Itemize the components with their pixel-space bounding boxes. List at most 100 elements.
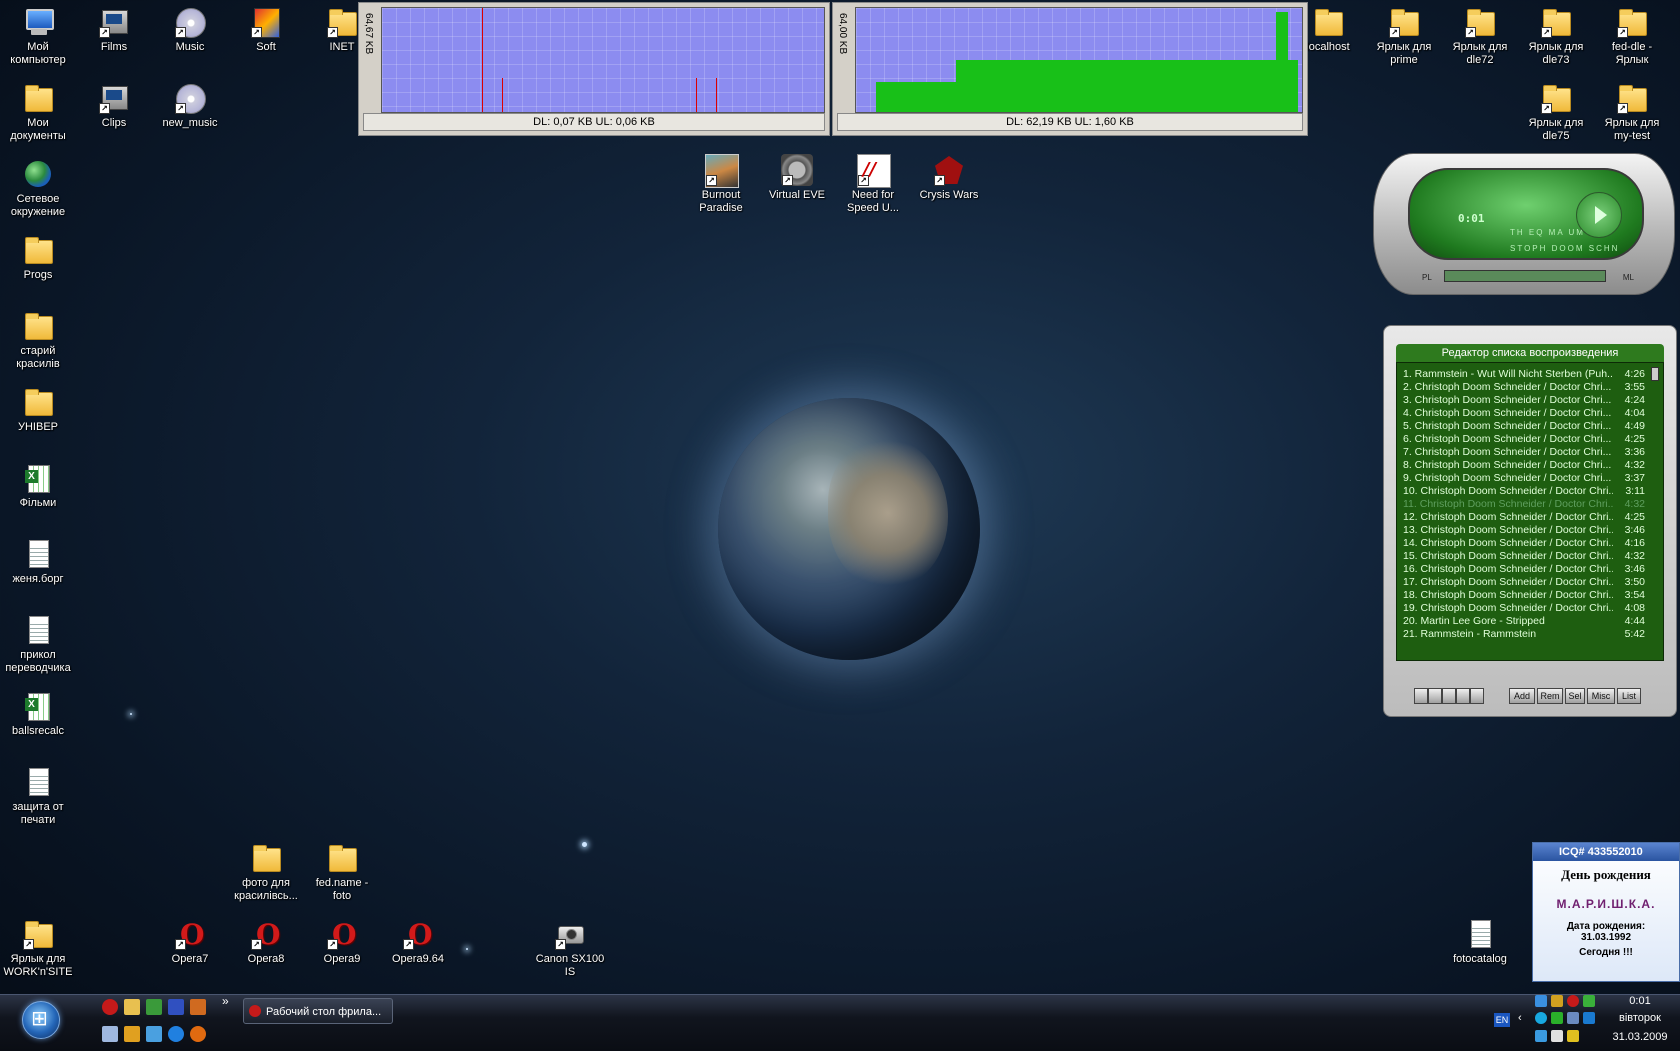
opera964-desktop-item[interactable]: ↗ Opera9.64 (380, 918, 456, 966)
save-quicklaunch-icon[interactable] (168, 999, 184, 1015)
ballsrecalc-desktop-item[interactable]: ballsrecalc (0, 690, 76, 738)
films-excel-desktop-item[interactable]: Фільми (0, 462, 76, 510)
playlist-track[interactable]: 14. Christoph Doom Schneider / Doctor Ch… (1403, 536, 1645, 550)
taskbar-button-opera[interactable]: Рабочий стол фрила... (243, 998, 393, 1024)
canon-camera-desktop-item[interactable]: ↗ Canon SX100 IS (532, 918, 608, 979)
seek-bar[interactable] (1444, 270, 1606, 282)
playlist-track[interactable]: 11. Christoph Doom Schneider / Doctor Ch… (1403, 497, 1645, 511)
tray-user-icon[interactable] (1567, 1030, 1579, 1042)
playlist-track[interactable]: 13. Christoph Doom Schneider / Doctor Ch… (1403, 523, 1645, 537)
opera-quicklaunch-icon[interactable] (102, 999, 118, 1015)
tray-winamp-icon[interactable] (1551, 995, 1563, 1007)
notepad-quicklaunch-icon[interactable] (102, 1026, 118, 1042)
prime-shortcut-desktop-item[interactable]: ↗ Ярлык для prime (1366, 6, 1442, 67)
playlist-track[interactable]: 7. Christoph Doom Schneider / Doctor Chr… (1403, 445, 1645, 459)
playlist-track[interactable]: 5. Christoph Doom Schneider / Doctor Chr… (1403, 419, 1645, 433)
playlist-scrollbar[interactable] (1651, 367, 1659, 381)
pl-button[interactable]: PL (1422, 273, 1432, 282)
tray-opera-icon[interactable] (1567, 995, 1579, 1007)
playlist-track[interactable]: 4. Christoph Doom Schneider / Doctor Chr… (1403, 406, 1645, 420)
work-n-site-desktop-item[interactable]: ↗ Ярлык для WORK'n'SITE (0, 918, 76, 979)
dle75-shortcut-desktop-item[interactable]: ↗ Ярлык для dle75 (1518, 82, 1594, 143)
tray-icq-icon[interactable] (1583, 995, 1595, 1007)
play-button[interactable] (1442, 688, 1456, 704)
tray-shield-icon[interactable] (1535, 1030, 1547, 1042)
track-list[interactable]: 1. Rammstein - Wut Will Nicht Sterben (P… (1396, 362, 1664, 661)
next-button[interactable] (1470, 688, 1484, 704)
add-button[interactable]: Add (1509, 688, 1535, 704)
soft-desktop-item[interactable]: ↗ Soft (228, 6, 304, 54)
progs-folder-desktop-item[interactable]: Progs (0, 234, 76, 282)
app-quicklaunch-icon[interactable] (190, 999, 206, 1015)
tray-skype-icon[interactable] (1535, 1012, 1547, 1024)
start-button[interactable] (22, 1001, 60, 1039)
quicklaunch-chevron[interactable]: » (222, 994, 229, 1008)
dle73-shortcut-desktop-item[interactable]: ↗ Ярлык для dle73 (1518, 6, 1594, 67)
need-for-speed-desktop-item[interactable]: ↗ Need for Speed U... (835, 154, 911, 215)
tray-antivirus-icon[interactable] (1551, 1030, 1563, 1042)
zhenya-doc-desktop-item[interactable]: женя.борг (0, 538, 76, 586)
playlist-track[interactable]: 16. Christoph Doom Schneider / Doctor Ch… (1403, 562, 1645, 576)
ie-quicklaunch-icon[interactable] (168, 1026, 184, 1042)
playlist-track[interactable]: 10. Christoph Doom Schneider / Doctor Ch… (1403, 484, 1645, 498)
opera9-desktop-item[interactable]: ↗ Opera9 (304, 918, 380, 966)
bandwidth-monitor-right[interactable]: 64,00 KB DL: 62,19 KB UL: 1,60 KB (832, 2, 1308, 136)
sel-button[interactable]: Sel (1565, 688, 1585, 704)
rem-button[interactable]: Rem (1537, 688, 1563, 704)
fed-dle-shortcut-desktop-item[interactable]: ↗ fed-dle - Ярлык (1594, 6, 1670, 67)
my-computer-desktop-item[interactable]: Мой компьютер (0, 6, 76, 67)
eject-button[interactable] (1428, 688, 1442, 704)
icq-birthday-popup[interactable]: ICQ# 433552010 День рождения М.А.Р.И.Ш.К… (1532, 842, 1680, 982)
my-documents-desktop-item[interactable]: Мои документы (0, 82, 76, 143)
fotocatalog-desktop-item[interactable]: fotocatalog (1442, 918, 1518, 966)
tray-monitor-icon[interactable] (1583, 1012, 1595, 1024)
winamp-player[interactable]: 0:01 TH EQ MA UM CT STOPH DOOM SCHN PL M… (1373, 153, 1675, 295)
misc-button[interactable]: Misc (1587, 688, 1615, 704)
tray-expand-chevron[interactable]: ‹ (1518, 1012, 1522, 1024)
univer-folder-desktop-item[interactable]: УНІВЕР (0, 386, 76, 434)
list-button[interactable]: List (1617, 688, 1641, 704)
prev-button[interactable] (1414, 688, 1428, 704)
bandwidth-monitor-left[interactable]: 64,67 KB DL: 0,07 KB UL: 0,06 KB (358, 2, 830, 136)
language-indicator[interactable]: EN (1494, 1013, 1510, 1027)
downloader-quicklaunch-icon[interactable] (146, 999, 162, 1015)
playlist-track[interactable]: 6. Christoph Doom Schneider / Doctor Chr… (1403, 432, 1645, 446)
opera8-desktop-item[interactable]: ↗ Opera8 (228, 918, 304, 966)
playlist-track[interactable]: 9. Christoph Doom Schneider / Doctor Chr… (1403, 471, 1645, 485)
playlist-track[interactable]: 8. Christoph Doom Schneider / Doctor Chr… (1403, 458, 1645, 472)
print-protect-doc-desktop-item[interactable]: защита от печати (0, 766, 76, 827)
clips-shortcut-desktop-item[interactable]: ↗ Clips (76, 82, 152, 130)
tray-network-icon[interactable] (1551, 1012, 1563, 1024)
playlist-track[interactable]: 17. Christoph Doom Schneider / Doctor Ch… (1403, 575, 1645, 589)
winamp-playlist[interactable]: Редактор списка воспроизведения 1. Ramms… (1383, 325, 1677, 717)
clock-date[interactable]: 31.03.2009 (1600, 1031, 1680, 1043)
clock-day[interactable]: вівторок (1600, 1012, 1680, 1024)
prikol-doc-desktop-item[interactable]: прикол переводчика (0, 614, 76, 675)
playlist-track[interactable]: 1. Rammstein - Wut Will Nicht Sterben (P… (1403, 367, 1645, 381)
firefox-quicklaunch-icon[interactable] (190, 1026, 206, 1042)
stop-button[interactable] (1456, 688, 1470, 704)
clock-time[interactable]: 0:01 (1600, 995, 1680, 1007)
burnout-paradise-desktop-item[interactable]: ↗ Burnout Paradise (683, 154, 759, 215)
playlist-track[interactable]: 21. Rammstein - Rammstein 5:42 (1403, 627, 1645, 641)
opera7-desktop-item[interactable]: ↗ Opera7 (152, 918, 228, 966)
new-music-desktop-item[interactable]: ↗ new_music (152, 82, 228, 130)
playlist-track[interactable]: 19. Christoph Doom Schneider / Doctor Ch… (1403, 601, 1645, 615)
my-test-shortcut-desktop-item[interactable]: ↗ Ярлык для my-test (1594, 82, 1670, 143)
crysis-wars-desktop-item[interactable]: ↗ Crysis Wars (911, 154, 987, 202)
fed-name-foto-desktop-item[interactable]: fed.name - foto (304, 842, 380, 903)
network-quicklaunch-icon[interactable] (146, 1026, 162, 1042)
network-desktop-item[interactable]: Сетевое окружение (0, 158, 76, 219)
ml-button[interactable]: ML (1623, 273, 1634, 282)
explorer-quicklaunch-icon[interactable] (124, 999, 140, 1015)
playlist-track[interactable]: 12. Christoph Doom Schneider / Doctor Ch… (1403, 510, 1645, 524)
playlist-track[interactable]: 20. Martin Lee Gore - Stripped 4:44 (1403, 614, 1645, 628)
tray-volume-icon[interactable] (1567, 1012, 1579, 1024)
play-icon[interactable] (1576, 192, 1622, 238)
tool-quicklaunch-icon[interactable] (124, 1026, 140, 1042)
foto-folder-desktop-item[interactable]: фото для красилівсь... (228, 842, 304, 903)
playlist-track[interactable]: 15. Christoph Doom Schneider / Doctor Ch… (1403, 549, 1645, 563)
playlist-track[interactable]: 18. Christoph Doom Schneider / Doctor Ch… (1403, 588, 1645, 602)
virtual-eve-desktop-item[interactable]: ↗ Virtual EVE (759, 154, 835, 202)
playlist-track[interactable]: 3. Christoph Doom Schneider / Doctor Chr… (1403, 393, 1645, 407)
